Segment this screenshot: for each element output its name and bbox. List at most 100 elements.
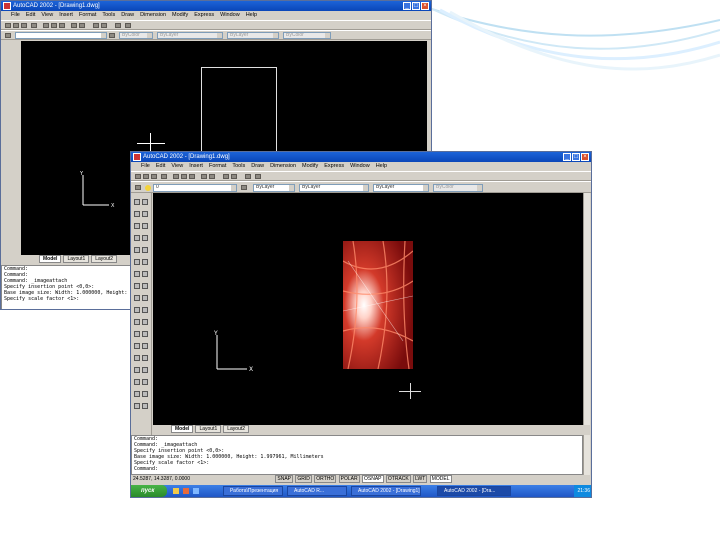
zoom-icon[interactable] <box>231 174 237 179</box>
lengthen-icon[interactable] <box>142 355 148 361</box>
lwt-toggle[interactable]: LWT <box>413 475 428 483</box>
trim-icon[interactable] <box>142 247 148 253</box>
grid-toggle[interactable]: GRID <box>295 475 312 483</box>
rotate-icon[interactable] <box>134 235 140 241</box>
menu-express[interactable]: Express <box>194 11 214 20</box>
break-icon[interactable] <box>134 331 140 337</box>
polar-toggle[interactable]: POLAR <box>338 475 360 483</box>
front-drawing-canvas[interactable]: Y X <box>153 193 583 425</box>
minimize-icon[interactable]: _ <box>403 2 411 10</box>
print-icon[interactable] <box>31 23 37 28</box>
menu-view[interactable]: View <box>171 162 183 171</box>
undo-icon[interactable] <box>71 23 77 28</box>
menu-format[interactable]: Format <box>209 162 226 171</box>
ellipse-icon[interactable] <box>134 307 140 313</box>
menu-modify[interactable]: Modify <box>302 162 318 171</box>
boundary-icon[interactable] <box>142 403 148 409</box>
line-icon[interactable] <box>134 199 140 205</box>
taskbar-button-presentation[interactable]: Работа\Презентация <box>223 486 283 496</box>
hatch-icon[interactable] <box>134 271 140 277</box>
revcloud-icon[interactable] <box>142 391 148 397</box>
menu-edit[interactable]: Edit <box>26 11 35 20</box>
back-plotstyle-combo[interactable]: ByColor <box>283 32 331 39</box>
model-toggle[interactable]: MODEL <box>429 475 452 483</box>
system-tray-clock[interactable]: 21:36 <box>574 485 591 497</box>
paste-icon[interactable] <box>59 23 65 28</box>
copy-icon[interactable] <box>181 174 187 179</box>
open-icon[interactable] <box>143 174 149 179</box>
front-title-bar[interactable]: AutoCAD 2002 - [Drawing1.dwg] _ □ × <box>131 152 591 162</box>
save-icon[interactable] <box>21 23 27 28</box>
menu-tools[interactable]: Tools <box>232 162 245 171</box>
quicklaunch-icon[interactable] <box>183 488 189 494</box>
mtext-icon[interactable] <box>142 367 148 373</box>
arc-icon[interactable] <box>134 211 140 217</box>
ortho-toggle[interactable]: ORTHO <box>314 475 337 483</box>
cut-icon[interactable] <box>43 23 49 28</box>
taskbar-button-autocad-active[interactable]: AutoCAD 2002 - [Dra... <box>437 486 511 496</box>
block-icon[interactable] <box>134 295 140 301</box>
close-icon[interactable]: × <box>421 2 429 10</box>
new-icon[interactable] <box>135 174 141 179</box>
menu-edit[interactable]: Edit <box>156 162 165 171</box>
menu-file[interactable]: File <box>141 162 150 171</box>
extend-icon[interactable] <box>134 259 140 265</box>
front-command-window[interactable]: Command: Command: _imageattach Specify i… <box>131 435 583 475</box>
offset-icon[interactable] <box>134 247 140 253</box>
spline-icon[interactable] <box>134 355 140 361</box>
rectangle-icon[interactable] <box>142 211 148 217</box>
back-color-combo[interactable]: ByColor <box>119 32 153 39</box>
menu-window[interactable]: Window <box>350 162 370 171</box>
copy-icon[interactable] <box>51 23 57 28</box>
menu-help[interactable]: Help <box>376 162 387 171</box>
redo-icon[interactable] <box>209 174 215 179</box>
region-icon[interactable] <box>134 343 140 349</box>
snap-toggle[interactable]: SNAP <box>275 475 294 483</box>
save-icon[interactable] <box>151 174 157 179</box>
pan-icon[interactable] <box>93 23 99 28</box>
front-color-combo[interactable]: ByLayer <box>253 184 295 192</box>
quicklaunch-icon[interactable] <box>173 488 179 494</box>
command-scrollbar[interactable] <box>583 435 590 475</box>
front-vertical-scrollbar[interactable] <box>583 193 590 425</box>
insert-block-icon[interactable] <box>134 367 140 373</box>
maximize-icon[interactable]: □ <box>412 2 420 10</box>
minimize-icon[interactable]: _ <box>563 153 571 161</box>
circle-icon[interactable] <box>142 199 148 205</box>
erase-icon[interactable] <box>142 283 148 289</box>
start-button[interactable]: пуск <box>131 485 167 497</box>
osnap-toggle[interactable]: OSNAP <box>362 475 384 483</box>
front-linetype-combo[interactable]: ByLayer <box>299 184 369 192</box>
point-icon[interactable] <box>142 295 148 301</box>
open-icon[interactable] <box>13 23 19 28</box>
front-plotstyle-combo[interactable]: ByColor <box>433 184 483 192</box>
mirror-icon[interactable] <box>142 235 148 241</box>
stretch-icon[interactable] <box>134 319 140 325</box>
back-layer-combo[interactable] <box>15 32 107 39</box>
tab-model[interactable]: Model <box>39 255 62 263</box>
menu-window[interactable]: Window <box>220 11 240 20</box>
back-linetype-combo[interactable]: ByLayer <box>157 32 223 39</box>
menu-tools[interactable]: Tools <box>102 11 115 20</box>
make-object-layer-icon[interactable] <box>241 185 247 190</box>
otrack-toggle[interactable]: OTRACK <box>385 475 411 483</box>
front-lineweight-combo[interactable]: ByLayer <box>373 184 429 192</box>
gradient-icon[interactable] <box>134 379 140 385</box>
move-icon[interactable] <box>142 223 148 229</box>
taskbar-button-autocad-r[interactable]: AutoCAD R... <box>287 486 347 496</box>
close-icon[interactable]: × <box>581 153 589 161</box>
make-object-layer-icon[interactable] <box>109 33 115 38</box>
menu-draw[interactable]: Draw <box>121 11 134 20</box>
tab-model[interactable]: Model <box>171 425 194 433</box>
taskbar-button-autocad-2002[interactable]: AutoCAD 2002 - [Drawing1] <box>351 486 421 496</box>
help-icon[interactable] <box>125 23 131 28</box>
menu-dimension[interactable]: Dimension <box>270 162 296 171</box>
back-lineweight-combo[interactable]: ByLayer <box>227 32 279 39</box>
menu-format[interactable]: Format <box>79 11 96 20</box>
array-icon[interactable] <box>142 319 148 325</box>
zoom-icon[interactable] <box>101 23 107 28</box>
chamfer-icon[interactable] <box>142 331 148 337</box>
donut-icon[interactable] <box>134 403 140 409</box>
cut-icon[interactable] <box>173 174 179 179</box>
help-icon[interactable] <box>255 174 261 179</box>
